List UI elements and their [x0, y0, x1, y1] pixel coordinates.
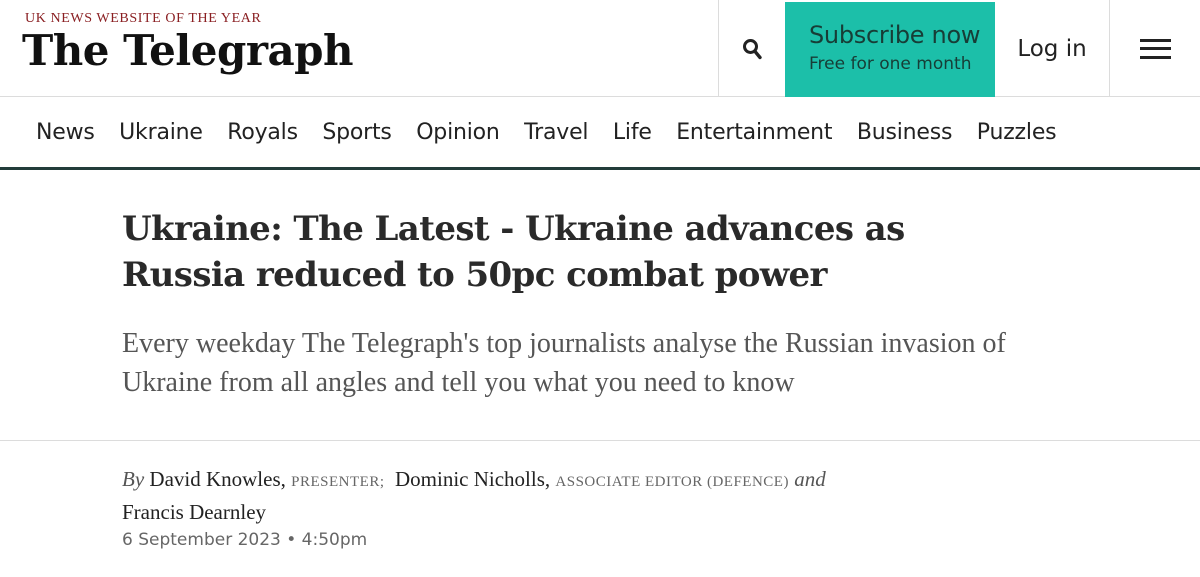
publish-date: 6 September 2023 • 4:50pm — [122, 530, 368, 550]
nav-item-puzzles[interactable]: Puzzles — [977, 120, 1057, 145]
author-link[interactable]: Francis Dearnley — [122, 500, 266, 524]
search-button[interactable] — [718, 0, 785, 97]
nav-item-royals[interactable]: Royals — [227, 120, 298, 145]
article-standfirst: Every weekday The Telegraph's top journa… — [122, 328, 1006, 398]
site-header: UK NEWS WEBSITE OF THE YEAR The Telegrap… — [0, 0, 1200, 97]
nav-item-ukraine[interactable]: Ukraine — [119, 120, 203, 145]
login-button[interactable]: Log in — [995, 0, 1110, 97]
menu-button[interactable] — [1110, 0, 1200, 97]
article-headline: Ukraine: The Latest - Ukraine advances a… — [122, 209, 905, 295]
nav-item-news[interactable]: News — [36, 120, 95, 145]
nav-item-opinion[interactable]: Opinion — [416, 120, 500, 145]
tagline: UK NEWS WEBSITE OF THE YEAR — [25, 11, 262, 26]
masthead-logo[interactable]: The Telegraph — [22, 30, 354, 72]
nav-item-entertainment[interactable]: Entertainment — [676, 120, 832, 145]
author-role: Presenter; — [291, 474, 385, 490]
subscribe-sublabel: Free for one month — [809, 54, 972, 74]
byline: By David Knowles, Presenter; Dominic Nic… — [122, 464, 1022, 527]
hamburger-menu-icon — [1139, 38, 1171, 59]
nav-item-travel[interactable]: Travel — [524, 120, 588, 145]
subscribe-button[interactable]: Subscribe now Free for one month — [785, 2, 995, 97]
author-link[interactable]: Dominic Nicholls, — [395, 467, 550, 491]
author-link[interactable]: David Knowles, — [149, 467, 285, 491]
author-role: Associate Editor (Defence) — [555, 474, 789, 490]
nav-item-sports[interactable]: Sports — [322, 120, 392, 145]
divider — [0, 440, 1200, 441]
nav-item-business[interactable]: Business — [857, 120, 953, 145]
nav-item-life[interactable]: Life — [613, 120, 652, 145]
byline-by: By — [122, 467, 145, 491]
byline-and: and — [794, 467, 826, 491]
search-icon — [743, 38, 762, 59]
section-nav: News Ukraine Royals Sports Opinion Trave… — [0, 98, 1200, 170]
subscribe-label: Subscribe now — [809, 21, 981, 49]
